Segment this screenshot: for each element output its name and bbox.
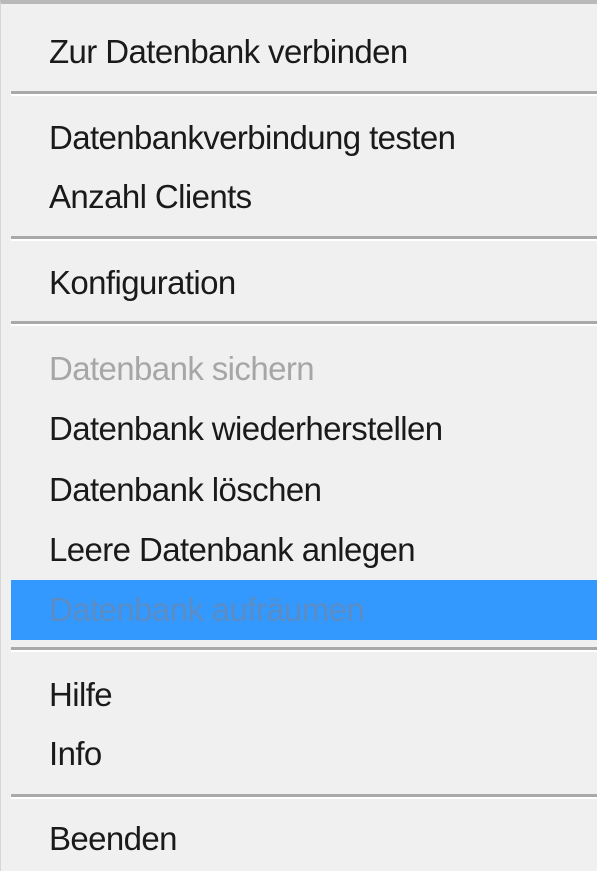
menu-item-connect-database[interactable]: Zur Datenbank verbinden xyxy=(11,22,597,82)
menu-item-configuration[interactable]: Konfiguration xyxy=(11,253,597,313)
menu-item-client-count[interactable]: Anzahl Clients xyxy=(11,167,597,227)
menu-item-delete-database[interactable]: Datenbank löschen xyxy=(11,460,597,520)
menu-item-create-empty-database[interactable]: Leere Datenbank anlegen xyxy=(11,520,597,580)
menu-separator xyxy=(11,794,597,799)
context-menu: Zur Datenbank verbinden Datenbankverbind… xyxy=(0,0,597,871)
menu-item-test-connection[interactable]: Datenbankverbindung testen xyxy=(11,108,597,168)
menu-item-backup-database: Datenbank sichern xyxy=(49,350,315,387)
menu-separator xyxy=(11,647,597,652)
menu-separator xyxy=(11,91,597,96)
menu-item-clean-database[interactable]: Datenbank aufräumen xyxy=(11,580,597,640)
menu-item-help[interactable]: Hilfe xyxy=(11,665,597,725)
menu-item-exit[interactable]: Beenden xyxy=(11,809,597,869)
menu-item-restore-database[interactable]: Datenbank wiederherstellen xyxy=(11,399,597,459)
menu-separator xyxy=(11,236,597,241)
menu-item-info[interactable]: Info xyxy=(11,724,597,784)
menu-separator xyxy=(11,321,597,326)
